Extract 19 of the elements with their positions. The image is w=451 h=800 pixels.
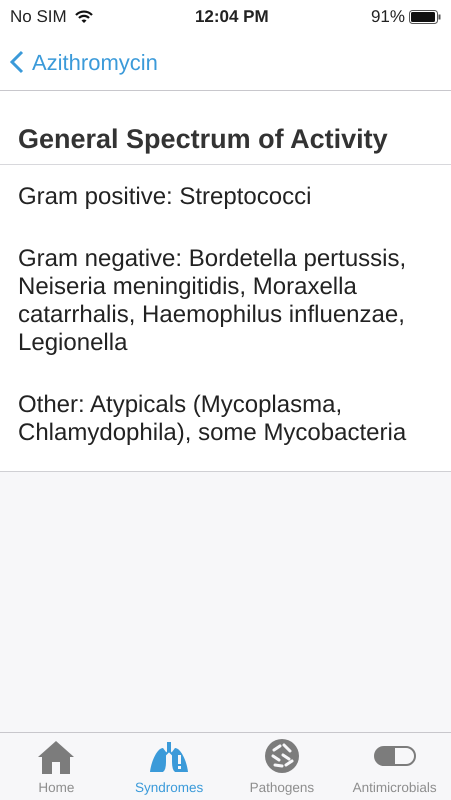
back-button[interactable]: Azithromycin [10, 46, 158, 78]
pill-icon [374, 746, 416, 766]
chevron-left-icon [10, 50, 24, 74]
wifi-icon [74, 10, 93, 24]
home-icon [37, 740, 76, 774]
clock-time: 12:04 PM [194, 6, 269, 28]
tab-button[interactable]: Antimicrobials [338, 733, 451, 800]
section-heading: General Spectrum of Activity [18, 122, 388, 155]
battery-icon [408, 10, 441, 24]
tab-button[interactable]: Home [0, 733, 113, 800]
tab-button[interactable]: Syndromes [112, 733, 226, 800]
lungs-icon [149, 740, 190, 774]
microbe-icon [264, 738, 300, 774]
body-text: Gram negative: Bordetella pertussis, Neiseria meningitidis, Moraxella catarrhalis, Haemophilus influenzae, Legionella [18, 245, 408, 357]
tab-button[interactable]: Pathogens [226, 733, 338, 800]
body-text: Gram positive: Streptococci [18, 183, 312, 211]
battery-percent: 91% [370, 6, 405, 28]
carrier-name: No SIM [10, 6, 67, 28]
body-text: Other: Atypicals (Mycoplasma, Chlamydophila), some Mycobacteria [18, 391, 408, 447]
